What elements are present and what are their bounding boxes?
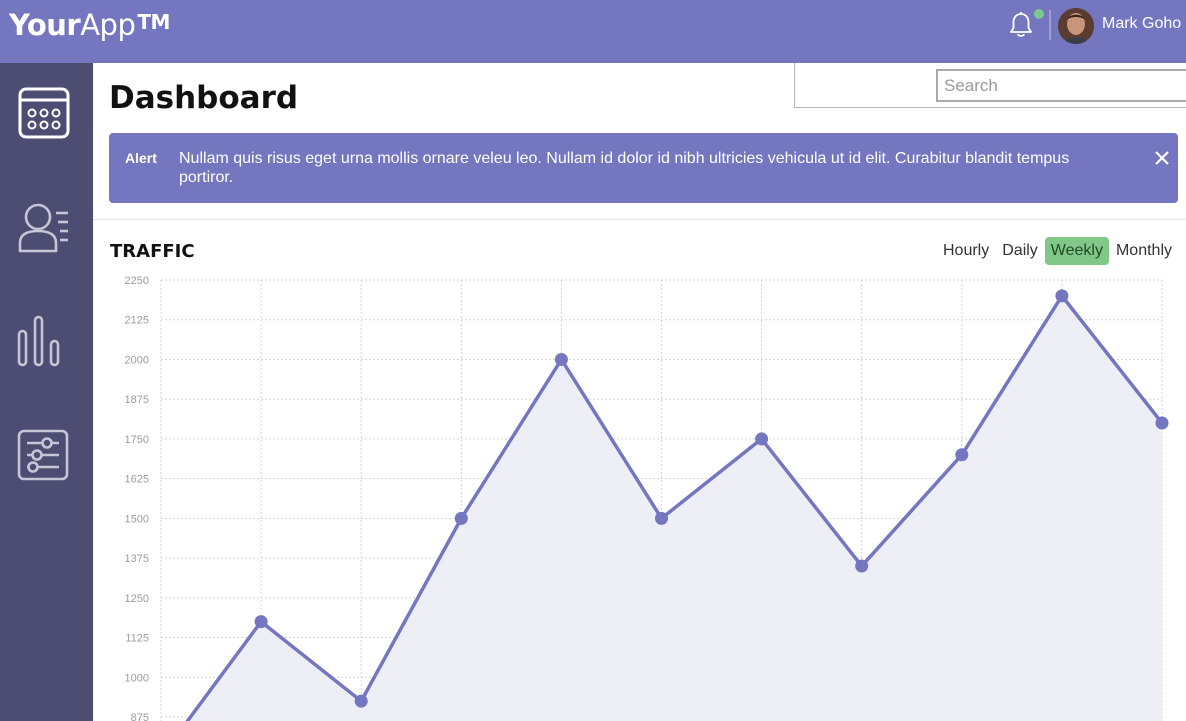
y-tick-label: 1750: [125, 434, 149, 446]
calendar-icon[interactable]: [16, 85, 72, 141]
y-tick-label: 875: [131, 712, 149, 721]
y-tick-label: 1500: [125, 513, 149, 525]
logo-strong: Your: [9, 8, 81, 42]
notification-dot: [1034, 9, 1044, 19]
data-point: [655, 511, 668, 525]
tab-weekly[interactable]: Weekly: [1044, 237, 1109, 265]
y-tick-label: 1375: [125, 553, 149, 565]
data-point: [955, 448, 969, 462]
logo-trademark: TM: [137, 10, 170, 34]
alert-label: Alert: [125, 150, 157, 166]
y-tick-label: 1625: [125, 474, 149, 486]
data-point: [1055, 289, 1069, 303]
tab-daily[interactable]: Daily: [996, 237, 1044, 265]
data-point: [755, 432, 769, 446]
data-point: [554, 352, 568, 366]
search-container: [794, 63, 1186, 108]
y-tick-label: 1125: [125, 633, 149, 645]
logo-light: App: [80, 8, 136, 42]
y-tick-label: 1875: [125, 394, 149, 406]
y-tick-label: 2125: [125, 315, 149, 327]
sidebar: [0, 63, 93, 721]
traffic-title: TRAFFIC: [110, 241, 195, 262]
main-content: Dashboard Alert Nullam quis risus eget u…: [93, 63, 1186, 721]
data-point: [354, 694, 368, 708]
traffic-chart: 2250 2125 2000 1875 1750 1625 1500 1375 1250 1125…: [125, 275, 1169, 721]
search-input[interactable]: [936, 69, 1186, 102]
alert-text: Nullam quis risus eget urna mollis ornar…: [179, 150, 1070, 186]
avatar[interactable]: [1058, 8, 1094, 44]
sliders-icon[interactable]: [16, 427, 72, 483]
bar-chart-icon[interactable]: [16, 315, 72, 371]
data-point: [254, 615, 268, 629]
tab-hourly[interactable]: Hourly: [937, 237, 995, 265]
y-tick-label: 1000: [125, 672, 149, 684]
close-icon[interactable]: [1153, 149, 1171, 167]
tab-monthly[interactable]: Monthly: [1110, 237, 1178, 265]
page-title: Dashboard: [109, 80, 299, 116]
traffic-tabs: Hourly Daily Weekly Monthly: [936, 237, 1178, 265]
y-tick-label: 2000: [125, 354, 149, 366]
y-tick-label: 1250: [125, 593, 149, 605]
y-tick-label: 2250: [125, 275, 149, 287]
alert-banner: Alert Nullam quis risus eget urna mollis…: [109, 133, 1178, 203]
header-divider: [1049, 10, 1051, 40]
app-logo[interactable]: YourApp TM: [9, 8, 170, 42]
section-divider: [93, 219, 1186, 220]
top-bar: YourApp TM Mark Goho: [0, 0, 1186, 63]
data-point: [454, 511, 468, 525]
data-point: [1155, 416, 1169, 430]
user-name[interactable]: Mark Goho: [1102, 15, 1181, 33]
avatar-image: [1058, 8, 1094, 44]
bell-icon[interactable]: [1008, 11, 1034, 39]
users-list-icon[interactable]: [16, 199, 72, 255]
data-point: [855, 559, 869, 573]
